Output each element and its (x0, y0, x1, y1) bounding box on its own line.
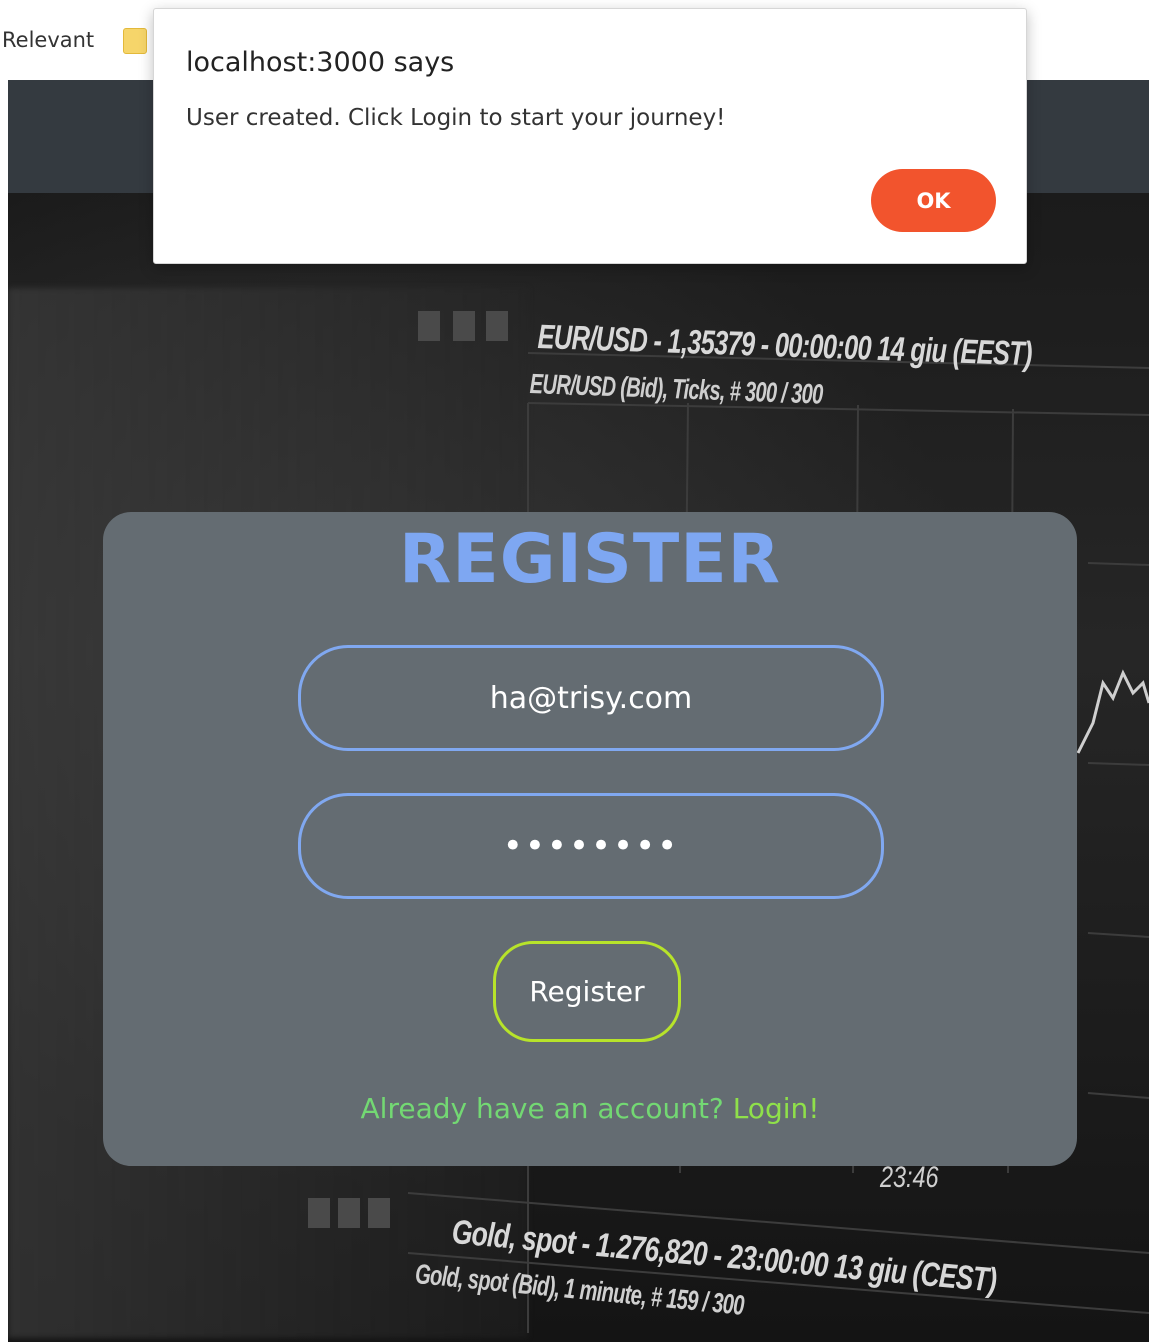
alert-dialog: localhost:3000 says User created. Click … (153, 8, 1027, 264)
register-button[interactable]: Register (493, 941, 681, 1042)
ok-button[interactable]: OK (871, 169, 996, 232)
email-field[interactable] (298, 645, 884, 751)
login-prompt-text: Already have an account? (360, 1092, 724, 1125)
alert-message: User created. Click Login to start your … (186, 105, 726, 131)
window-edge (0, 80, 8, 1342)
login-link[interactable]: Login! (733, 1092, 820, 1125)
chart-time-label: 23:46 (880, 1161, 939, 1194)
login-prompt-line: Already have an account? Login! (103, 1092, 1077, 1125)
bookmark-relevant[interactable]: Relevant (2, 28, 94, 52)
password-field[interactable] (298, 793, 884, 899)
register-title: REGISTER (398, 520, 782, 599)
alert-title: localhost:3000 says (186, 47, 455, 78)
folder-icon[interactable] (123, 28, 147, 54)
register-card: REGISTER Register Already have an accoun… (103, 512, 1077, 1166)
